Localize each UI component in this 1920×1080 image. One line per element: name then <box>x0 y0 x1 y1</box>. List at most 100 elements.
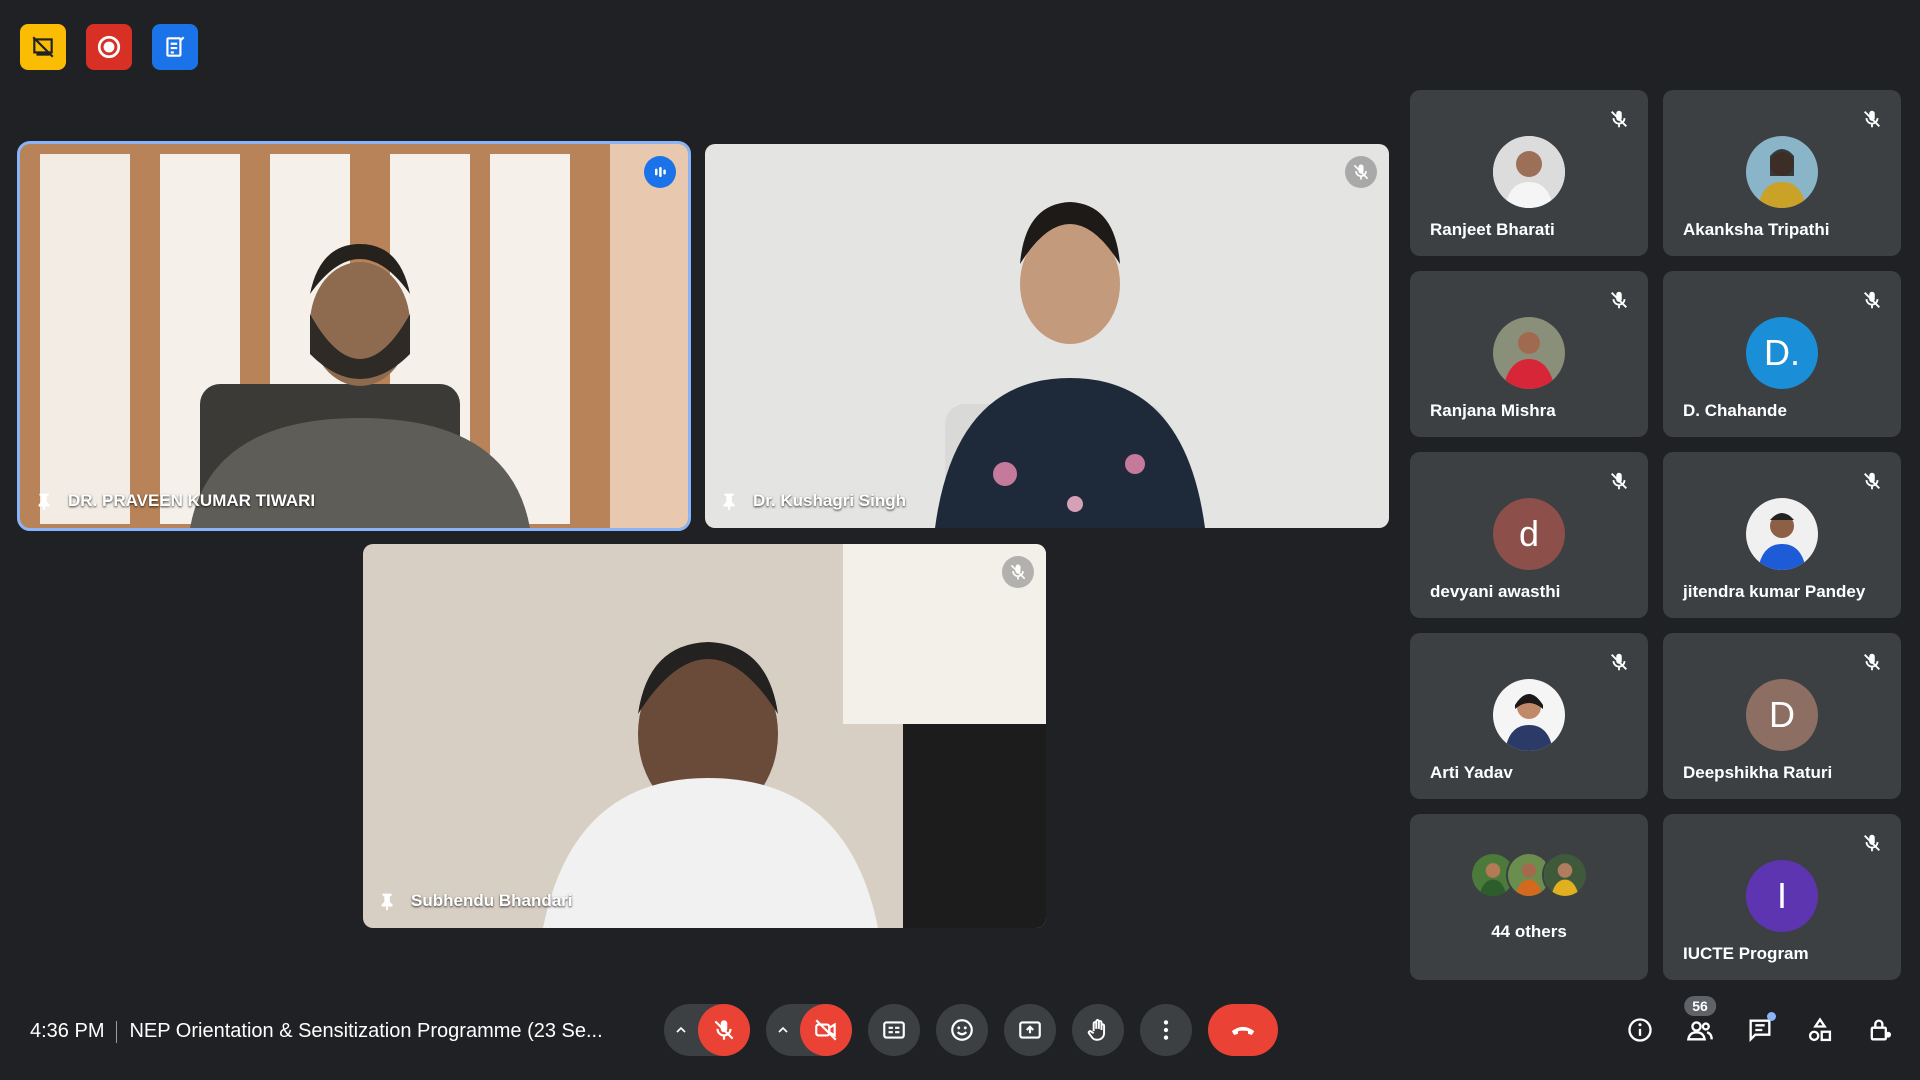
participant-tile-deepshikha[interactable]: D Deepshikha Raturi <box>1663 633 1901 799</box>
participant-tile-chahande[interactable]: D. D. Chahande <box>1663 271 1901 437</box>
mic-off-icon <box>1611 110 1627 128</box>
present-button[interactable] <box>1004 1004 1056 1056</box>
mic-off-icon <box>1611 653 1627 671</box>
activities-button[interactable] <box>1800 1008 1840 1052</box>
participant-name: Dr. Kushagri Singh <box>753 491 907 510</box>
mic-off-icon <box>1002 556 1034 588</box>
avatar: D. <box>1746 317 1818 389</box>
mic-off-icon <box>1611 472 1627 490</box>
pin-icon[interactable] <box>34 490 56 512</box>
video-tile-kushagri[interactable]: Dr. Kushagri Singh <box>705 144 1389 528</box>
mic-off-icon <box>1864 653 1880 671</box>
avatar <box>1746 136 1818 208</box>
camera-control-group <box>766 1004 852 1056</box>
people-icon <box>1686 1021 1713 1041</box>
mic-off-icon <box>1345 156 1377 188</box>
participant-tile-devyani[interactable]: d devyani awasthi <box>1410 452 1648 618</box>
avatar <box>1493 679 1565 751</box>
recording-icon[interactable] <box>86 24 132 70</box>
participant-name: jitendra kumar Pandey <box>1683 582 1866 601</box>
others-avatars <box>1470 852 1588 898</box>
chevron-up-icon <box>676 1026 686 1033</box>
hang-up-icon <box>1231 1026 1255 1035</box>
participant-name: IUCTE Program <box>1683 944 1809 963</box>
video-tile-subhendu[interactable]: Subhendu Bhandari <box>363 544 1046 928</box>
participant-tile-iucte[interactable]: I IUCTE Program <box>1663 814 1901 980</box>
mic-control-group <box>664 1004 750 1056</box>
participant-name-label: DR. PRAVEEN KUMAR TIWARI <box>34 490 315 512</box>
participant-name-label: Subhendu Bhandari <box>377 890 573 912</box>
divider <box>116 1020 118 1043</box>
mic-off-icon <box>1611 291 1627 309</box>
reactions-button[interactable] <box>936 1004 988 1056</box>
participant-tile-ranjeet[interactable]: Ranjeet Bharati <box>1410 90 1648 256</box>
more-vert-icon <box>1163 1020 1169 1040</box>
mic-off-icon <box>1864 291 1880 309</box>
people-button[interactable]: 56 <box>1680 996 1720 1052</box>
more-options-button[interactable] <box>1140 1004 1192 1056</box>
participant-tile-others[interactable]: 44 others <box>1410 814 1648 980</box>
participant-name: DR. PRAVEEN KUMAR TIWARI <box>68 491 316 510</box>
video-feed <box>20 144 688 528</box>
mic-off-icon <box>714 1020 734 1040</box>
speaking-indicator-icon <box>644 156 676 188</box>
activities-icon <box>1808 1017 1832 1042</box>
video-options-button[interactable] <box>766 1004 800 1056</box>
video-feed <box>363 544 1046 928</box>
video-tile-praveen[interactable]: DR. PRAVEEN KUMAR TIWARI <box>17 141 691 531</box>
video-feed <box>705 144 1389 528</box>
chat-button[interactable] <box>1740 1008 1780 1052</box>
avatar: d <box>1493 498 1565 570</box>
participant-name: D. Chahande <box>1683 401 1787 420</box>
call-controls <box>664 1004 1278 1056</box>
chevron-up-icon <box>778 1026 788 1033</box>
participant-name: Ranjeet Bharati <box>1430 220 1555 239</box>
host-controls-button[interactable] <box>1860 1008 1900 1052</box>
captions-button[interactable] <box>868 1004 920 1056</box>
participant-name: devyani awasthi <box>1430 582 1561 601</box>
clock: 4:36 PM <box>30 1020 105 1042</box>
hand-icon <box>1087 1019 1106 1041</box>
side-panel-controls: 56 <box>1620 996 1900 1052</box>
meeting-details-button[interactable] <box>1620 1008 1660 1052</box>
audio-options-button[interactable] <box>664 1004 698 1056</box>
info-icon <box>1628 1018 1652 1042</box>
bottom-toolbar: 4:36 PM NEP Orientation & Sensitization … <box>0 990 1920 1080</box>
people-count-badge: 56 <box>1684 996 1716 1016</box>
participant-name: Subhendu Bhandari <box>411 891 573 910</box>
participant-tile-jitendra[interactable]: jitendra kumar Pandey <box>1663 452 1901 618</box>
unread-dot <box>1767 1012 1776 1021</box>
avatar <box>1493 136 1565 208</box>
cast-off-icon[interactable] <box>20 24 66 70</box>
camera-toggle-button[interactable] <box>800 1004 852 1056</box>
participant-name: Deepshikha Raturi <box>1683 763 1833 782</box>
participant-name: Arti Yadav <box>1430 763 1513 782</box>
mic-off-icon <box>1864 472 1880 490</box>
top-status-icons <box>20 24 198 70</box>
lock-person-icon <box>1870 1019 1892 1041</box>
emoji-icon <box>951 1019 973 1041</box>
transcript-icon[interactable] <box>152 24 198 70</box>
leave-call-button[interactable] <box>1208 1004 1278 1056</box>
pin-icon[interactable] <box>377 890 399 912</box>
avatar <box>1493 317 1565 389</box>
avatar: D <box>1746 679 1818 751</box>
camera-off-icon <box>815 1019 837 1041</box>
present-screen-icon <box>1019 1021 1041 1039</box>
others-count: 44 others <box>1491 922 1567 941</box>
participant-tile-arti[interactable]: Arti Yadav <box>1410 633 1648 799</box>
mic-off-icon <box>1864 834 1880 852</box>
participant-tile-akanksha[interactable]: Akanksha Tripathi <box>1663 90 1901 256</box>
participant-name: Ranjana Mishra <box>1430 401 1556 420</box>
pin-icon[interactable] <box>719 490 741 512</box>
mic-toggle-button[interactable] <box>698 1004 750 1056</box>
mic-off-icon <box>1864 110 1880 128</box>
participant-name: Akanksha Tripathi <box>1683 220 1830 239</box>
captions-icon <box>883 1021 905 1039</box>
meeting-title: NEP Orientation & Sensitization Programm… <box>129 1020 603 1042</box>
raise-hand-button[interactable] <box>1072 1004 1124 1056</box>
participant-tile-ranjana[interactable]: Ranjana Mishra <box>1410 271 1648 437</box>
avatar <box>1542 852 1588 898</box>
avatar <box>1746 498 1818 570</box>
participant-name-label: Dr. Kushagri Singh <box>719 490 906 512</box>
